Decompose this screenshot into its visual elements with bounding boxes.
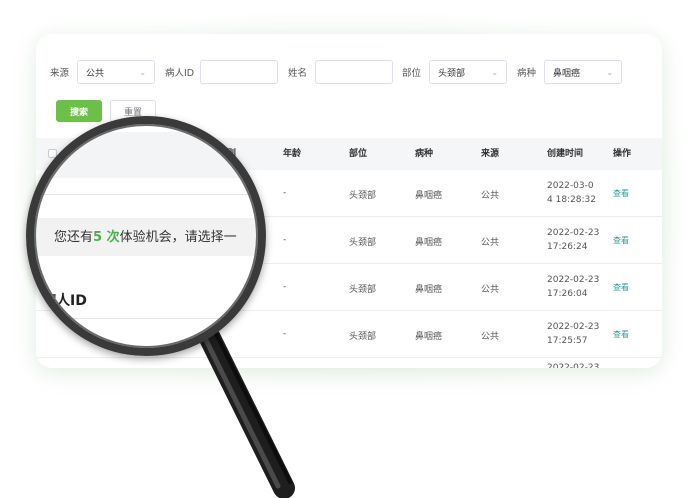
- view-link[interactable]: 查看: [613, 235, 629, 246]
- header-age: 年龄: [283, 149, 302, 159]
- site-filter: 部位 头颈部 ⌄: [402, 60, 508, 84]
- disease-label: 病种: [517, 68, 537, 79]
- name-input[interactable]: [315, 60, 394, 84]
- chevron-down-icon: ⌄: [606, 67, 614, 77]
- patient-id-label: 病人ID: [165, 68, 195, 79]
- view-link[interactable]: 查看: [613, 329, 629, 340]
- site-label: 部位: [402, 68, 422, 79]
- magnified-row-checkbox: [52, 328, 61, 337]
- row-disease: 鼻咽癌: [415, 238, 443, 248]
- row-site: 头颈部: [349, 191, 377, 201]
- search-button[interactable]: 搜索: [56, 100, 102, 122]
- row-created: 2022-02-23 17:25:57: [547, 320, 599, 348]
- patient-id-input[interactable]: [200, 60, 279, 84]
- row-created-time: 17:25:57: [547, 336, 588, 346]
- source-select[interactable]: 公共 ⌄: [77, 60, 156, 84]
- source-filter: 来源 公共 ⌄: [50, 60, 156, 84]
- row-created-date: 2022-02-23: [547, 322, 600, 332]
- header-source: 来源: [481, 149, 500, 159]
- header-disease: 病种: [415, 149, 434, 159]
- row-age: -: [283, 188, 287, 198]
- source-label: 来源: [50, 68, 70, 79]
- disease-select[interactable]: 鼻咽癌 ⌄: [544, 60, 623, 84]
- site-select[interactable]: 头颈部 ⌄: [429, 60, 508, 84]
- row-site: 头颈部: [349, 238, 377, 248]
- view-link[interactable]: 查看: [613, 188, 629, 199]
- row-created-time: 17:26:04: [547, 289, 588, 299]
- view-link[interactable]: 查看: [613, 282, 629, 293]
- row-created-date: 2022-02-23: [547, 228, 600, 238]
- header-action: 操作: [613, 149, 632, 159]
- row-source: 公共: [481, 332, 500, 342]
- name-filter: 姓名: [288, 60, 394, 84]
- row-source: 公共: [481, 191, 500, 201]
- disease-filter: 病种 鼻咽癌 ⌄: [517, 60, 623, 84]
- row-age: -: [283, 282, 287, 292]
- chevron-down-icon: ⌄: [139, 67, 147, 77]
- header-site: 部位: [349, 149, 368, 159]
- site-value: 头颈部: [438, 68, 466, 79]
- row-site: 头颈部: [349, 285, 377, 295]
- row-created-date: 2022-03-0: [547, 181, 594, 191]
- row-created-time: 4 18:28:32: [547, 195, 597, 205]
- row-created: 2022-02-23 17:26:04: [547, 273, 599, 301]
- source-value: 公共: [86, 68, 105, 79]
- row-source: 公共: [481, 238, 500, 248]
- row-disease: 鼻咽癌: [415, 332, 443, 342]
- magnifier-ring: [26, 116, 266, 356]
- row-created-date: 2022-02-23: [547, 275, 600, 285]
- row-source: 公共: [481, 285, 500, 295]
- name-label: 姓名: [288, 68, 308, 79]
- row-site: 头颈部: [349, 332, 377, 342]
- header-created: 创建时间: [547, 149, 584, 159]
- row-disease: 鼻咽癌: [415, 191, 443, 201]
- row-created-time: 17:26:24: [547, 242, 588, 252]
- row-created: 2022-03-0 4 18:28:32: [547, 179, 596, 207]
- disease-value: 鼻咽癌: [553, 68, 581, 79]
- chevron-down-icon: ⌄: [491, 67, 499, 77]
- patient-id-filter: 病人ID: [165, 60, 279, 84]
- row-created: 2022-02-23 17:26:24: [547, 226, 599, 254]
- partial-row-created: 2022-02-23: [547, 363, 600, 368]
- row-age: -: [283, 235, 287, 245]
- row-disease: 鼻咽癌: [415, 285, 443, 295]
